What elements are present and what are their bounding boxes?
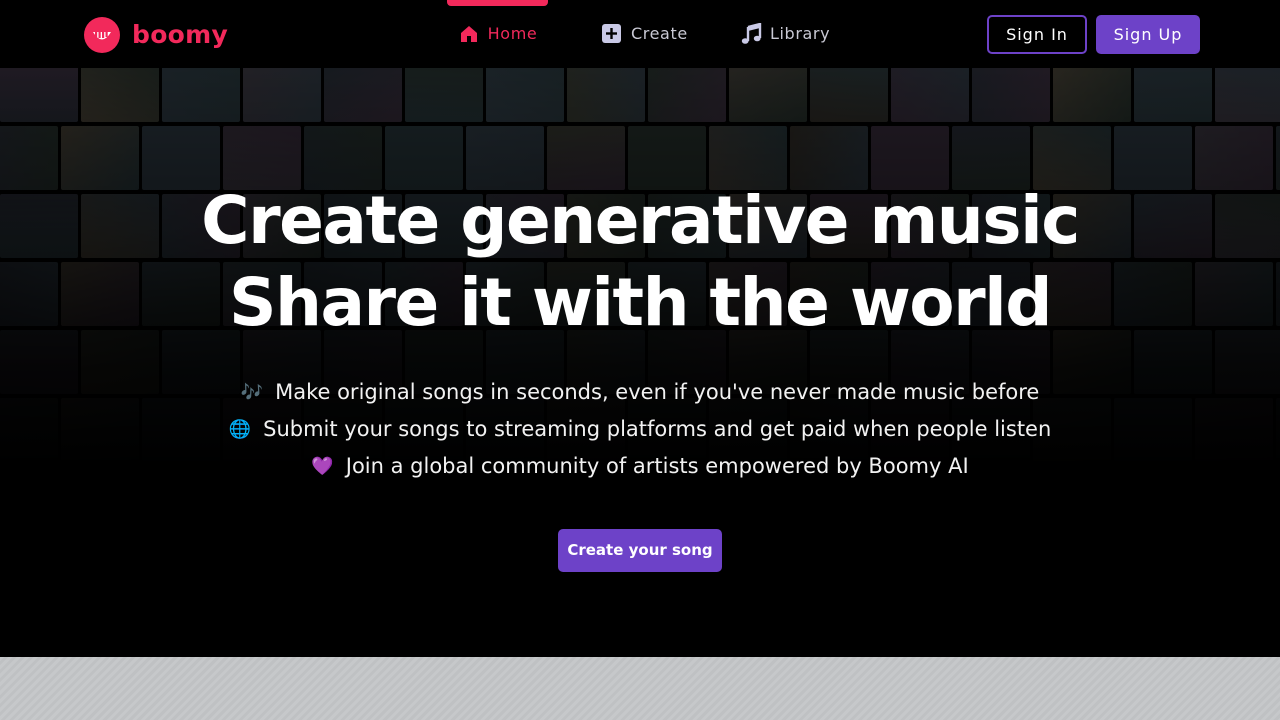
feature-item: 🌐 Submit your songs to streaming platform… <box>0 411 1280 448</box>
create-your-song-button[interactable]: Create your song <box>558 529 722 572</box>
home-icon <box>458 23 480 45</box>
nav-label-home: Home <box>487 24 538 43</box>
hero-headline-line1: Create generative music <box>201 182 1080 259</box>
purple-heart-icon: 💜 <box>311 456 334 477</box>
brand-name: boomy <box>132 20 229 49</box>
next-section-preview <box>0 657 1280 720</box>
nav-item-create[interactable]: Create <box>601 0 688 68</box>
nav-label-create: Create <box>631 24 688 43</box>
nav-item-home[interactable]: Home <box>447 0 548 68</box>
top-navigation-bar: boomy Home Create Library Sign In Sign U… <box>0 0 1280 68</box>
feature-item: 💜 Join a global community of artists empo… <box>0 448 1280 485</box>
feature-item: 🎶 Make original songs in seconds, even if… <box>0 374 1280 411</box>
feature-text: Join a global community of artists empow… <box>345 454 969 478</box>
brand-logo[interactable]: boomy <box>84 17 228 53</box>
hero-headline-line2: Share it with the world <box>228 264 1053 341</box>
feature-list: 🎶 Make original songs in seconds, even if… <box>0 374 1280 485</box>
feature-text: Submit your songs to streaming platforms… <box>263 417 1052 441</box>
active-tab-indicator <box>447 0 548 6</box>
nav-label-library: Library <box>770 24 831 43</box>
music-note-icon <box>740 22 762 45</box>
boomy-logo-icon <box>84 17 120 53</box>
globe-icon: 🌐 <box>228 419 252 440</box>
musical-notes-icon: 🎶 <box>240 382 264 403</box>
sign-in-button[interactable]: Sign In <box>987 15 1087 54</box>
sign-up-button[interactable]: Sign Up <box>1096 15 1200 54</box>
plus-square-icon <box>601 23 623 45</box>
hero-section: Create generative music Share it with th… <box>0 68 1280 657</box>
nav-item-library[interactable]: Library <box>740 0 830 68</box>
feature-text: Make original songs in seconds, even if … <box>275 380 1040 404</box>
